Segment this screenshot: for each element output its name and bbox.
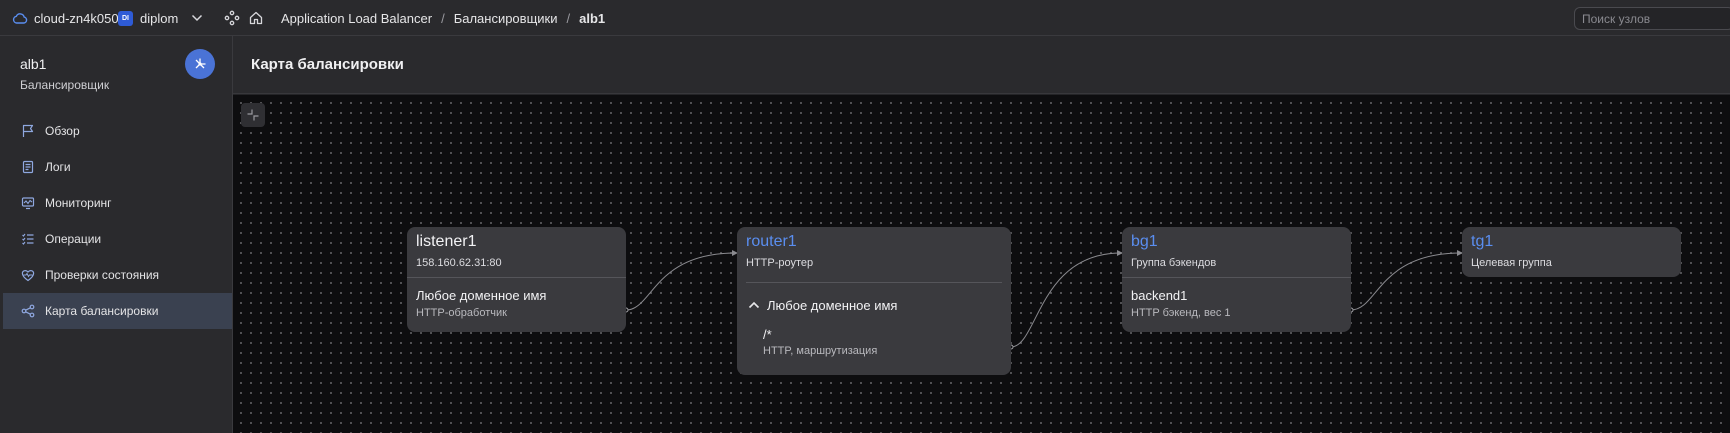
balancer-name: alb1: [20, 56, 47, 72]
balancing-map-icon: [21, 304, 35, 318]
cloud-selector[interactable]: cloud-zn4k050: [12, 0, 119, 36]
balancing-map-canvas[interactable]: listener1 158.160.62.31:80 Любое доменно…: [233, 95, 1730, 433]
sidebar-item-operations[interactable]: Операции: [3, 221, 232, 257]
backend-group-type: Группа бэкендов: [1131, 257, 1217, 269]
breadcrumb-separator: /: [566, 10, 571, 26]
sidebar-item-label: Логи: [45, 160, 71, 174]
virtual-host-title[interactable]: Любое доменное имя: [767, 298, 897, 313]
home-icon: [249, 11, 263, 25]
folder-selector[interactable]: DI diplom: [118, 0, 203, 36]
connector-router-backend-group: [1010, 252, 1122, 348]
top-bar: cloud-zn4k050 DI diplom Application Load…: [0, 0, 1730, 36]
breadcrumb-item-balancers[interactable]: Балансировщики: [454, 11, 558, 26]
target-group-name[interactable]: tg1: [1471, 233, 1493, 251]
cloud-name: cloud-zn4k050: [34, 10, 119, 26]
page-title: Карта балансировки: [251, 56, 404, 73]
sidebar: alb1 Балансировщик Обзор Логи Мониторинг: [0, 36, 233, 433]
breadcrumb-separator: /: [441, 10, 445, 26]
breadcrumb-item-service[interactable]: Application Load Balancer: [281, 11, 432, 26]
sidebar-item-balancing-map[interactable]: Карта балансировки: [3, 293, 232, 329]
services-button[interactable]: [224, 0, 240, 36]
services-icon: [224, 10, 240, 26]
connector-backend-target-group: [1350, 252, 1462, 311]
sidebar-item-monitoring[interactable]: Мониторинг: [3, 185, 232, 221]
node-search-input[interactable]: [1574, 7, 1730, 30]
route-subtitle: HTTP, маршрутизация: [763, 345, 878, 357]
sidebar-item-overview[interactable]: Обзор: [3, 113, 232, 149]
route-path: /*: [763, 327, 772, 342]
home-button[interactable]: [248, 0, 264, 36]
monitoring-icon: [21, 197, 35, 210]
backend-name: backend1: [1131, 288, 1188, 303]
router-card[interactable]: router1 HTTP-роутер Любое доменное имя /…: [737, 227, 1011, 375]
divider: [407, 277, 626, 278]
chevron-up-icon[interactable]: [748, 301, 760, 309]
listener-card[interactable]: listener1 158.160.62.31:80 Любое доменно…: [407, 227, 626, 332]
divider: [746, 282, 1002, 283]
sidebar-item-health-checks[interactable]: Проверки состояния: [3, 257, 232, 293]
main-header: Карта балансировки: [233, 36, 1730, 94]
flag-icon: [22, 124, 34, 137]
logs-icon: [22, 160, 34, 174]
handler-title: Любое доменное имя: [416, 288, 547, 303]
breadcrumb: Application Load Balancer / Балансировщи…: [281, 0, 605, 36]
breadcrumb-item-current: alb1: [579, 10, 606, 26]
folder-badge: DI: [118, 10, 133, 26]
sidebar-item-logs[interactable]: Логи: [3, 149, 232, 185]
listener-name: listener1: [416, 233, 477, 250]
sidebar-item-label: Обзор: [45, 124, 80, 138]
sidebar-item-label: Карта балансировки: [45, 304, 159, 318]
connector-listener-router: [625, 252, 737, 311]
listener-address: 158.160.62.31:80: [416, 257, 502, 269]
target-group-type: Целевая группа: [1471, 257, 1552, 269]
operations-icon: [22, 233, 34, 245]
health-check-icon: [21, 270, 35, 282]
folder-name: diplom: [140, 10, 179, 26]
backend-group-name[interactable]: bg1: [1131, 233, 1158, 251]
chevron-down-icon[interactable]: [191, 14, 203, 22]
balancer-type: Балансировщик: [20, 78, 110, 92]
balancing-map-shortcut-button[interactable]: [185, 49, 215, 79]
router-name[interactable]: router1: [746, 233, 797, 251]
divider: [1122, 277, 1351, 278]
network-icon: [195, 58, 206, 69]
sidebar-item-label: Операции: [45, 232, 102, 246]
handler-subtitle: HTTP-обработчик: [416, 307, 507, 319]
router-type: HTTP-роутер: [746, 257, 814, 269]
target-group-card[interactable]: tg1 Целевая группа: [1462, 227, 1681, 277]
cloud-icon: [12, 13, 28, 24]
sidebar-item-label: Мониторинг: [45, 196, 112, 210]
sidebar-item-label: Проверки состояния: [45, 268, 160, 282]
backend-group-card[interactable]: bg1 Группа бэкендов backend1 HTTP бэкенд…: [1122, 227, 1351, 332]
backend-subtitle: HTTP бэкенд, вес 1: [1131, 307, 1231, 319]
